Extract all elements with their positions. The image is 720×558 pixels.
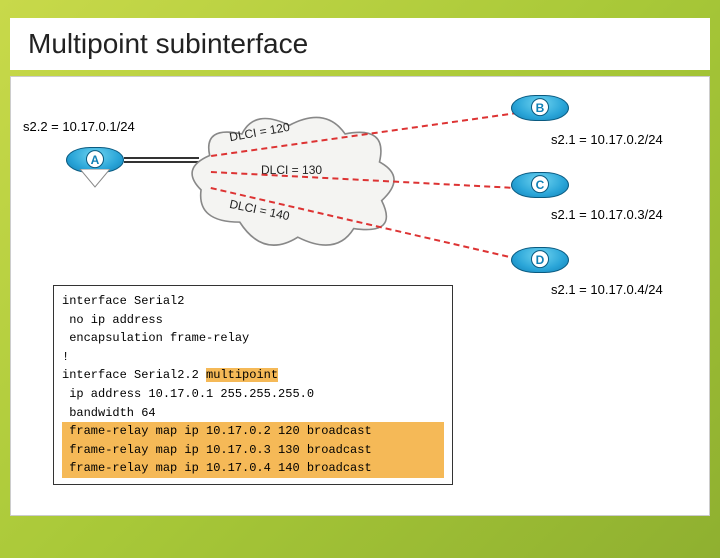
- router-a-icon: A: [66, 147, 124, 187]
- config-line: ip address 10.17.0.1 255.255.255.0: [62, 385, 444, 404]
- config-line-highlighted: frame-relay map ip 10.17.0.4 140 broadca…: [62, 459, 444, 478]
- config-line: !: [62, 348, 444, 367]
- config-box: interface Serial2 no ip address encapsul…: [53, 285, 453, 485]
- config-line-highlighted: frame-relay map ip 10.17.0.2 120 broadca…: [62, 422, 444, 441]
- config-line: no ip address: [62, 311, 444, 330]
- router-b-icon: B: [511, 95, 569, 135]
- diagram-area: s2.2 = 10.17.0.1/24 s2.1 = 10.17.0.2/24 …: [10, 76, 710, 516]
- router-c-icon: C: [511, 172, 569, 212]
- config-line: interface Serial2: [62, 292, 444, 311]
- router-a-address: s2.2 = 10.17.0.1/24: [23, 119, 135, 134]
- config-line: encapsulation frame-relay: [62, 329, 444, 348]
- slide-title: Multipoint subinterface: [10, 18, 710, 70]
- config-line: interface Serial2.2 multipoint: [62, 366, 444, 385]
- config-line: bandwidth 64: [62, 404, 444, 423]
- router-d-icon: D: [511, 247, 569, 287]
- config-line-highlighted: frame-relay map ip 10.17.0.3 130 broadca…: [62, 441, 444, 460]
